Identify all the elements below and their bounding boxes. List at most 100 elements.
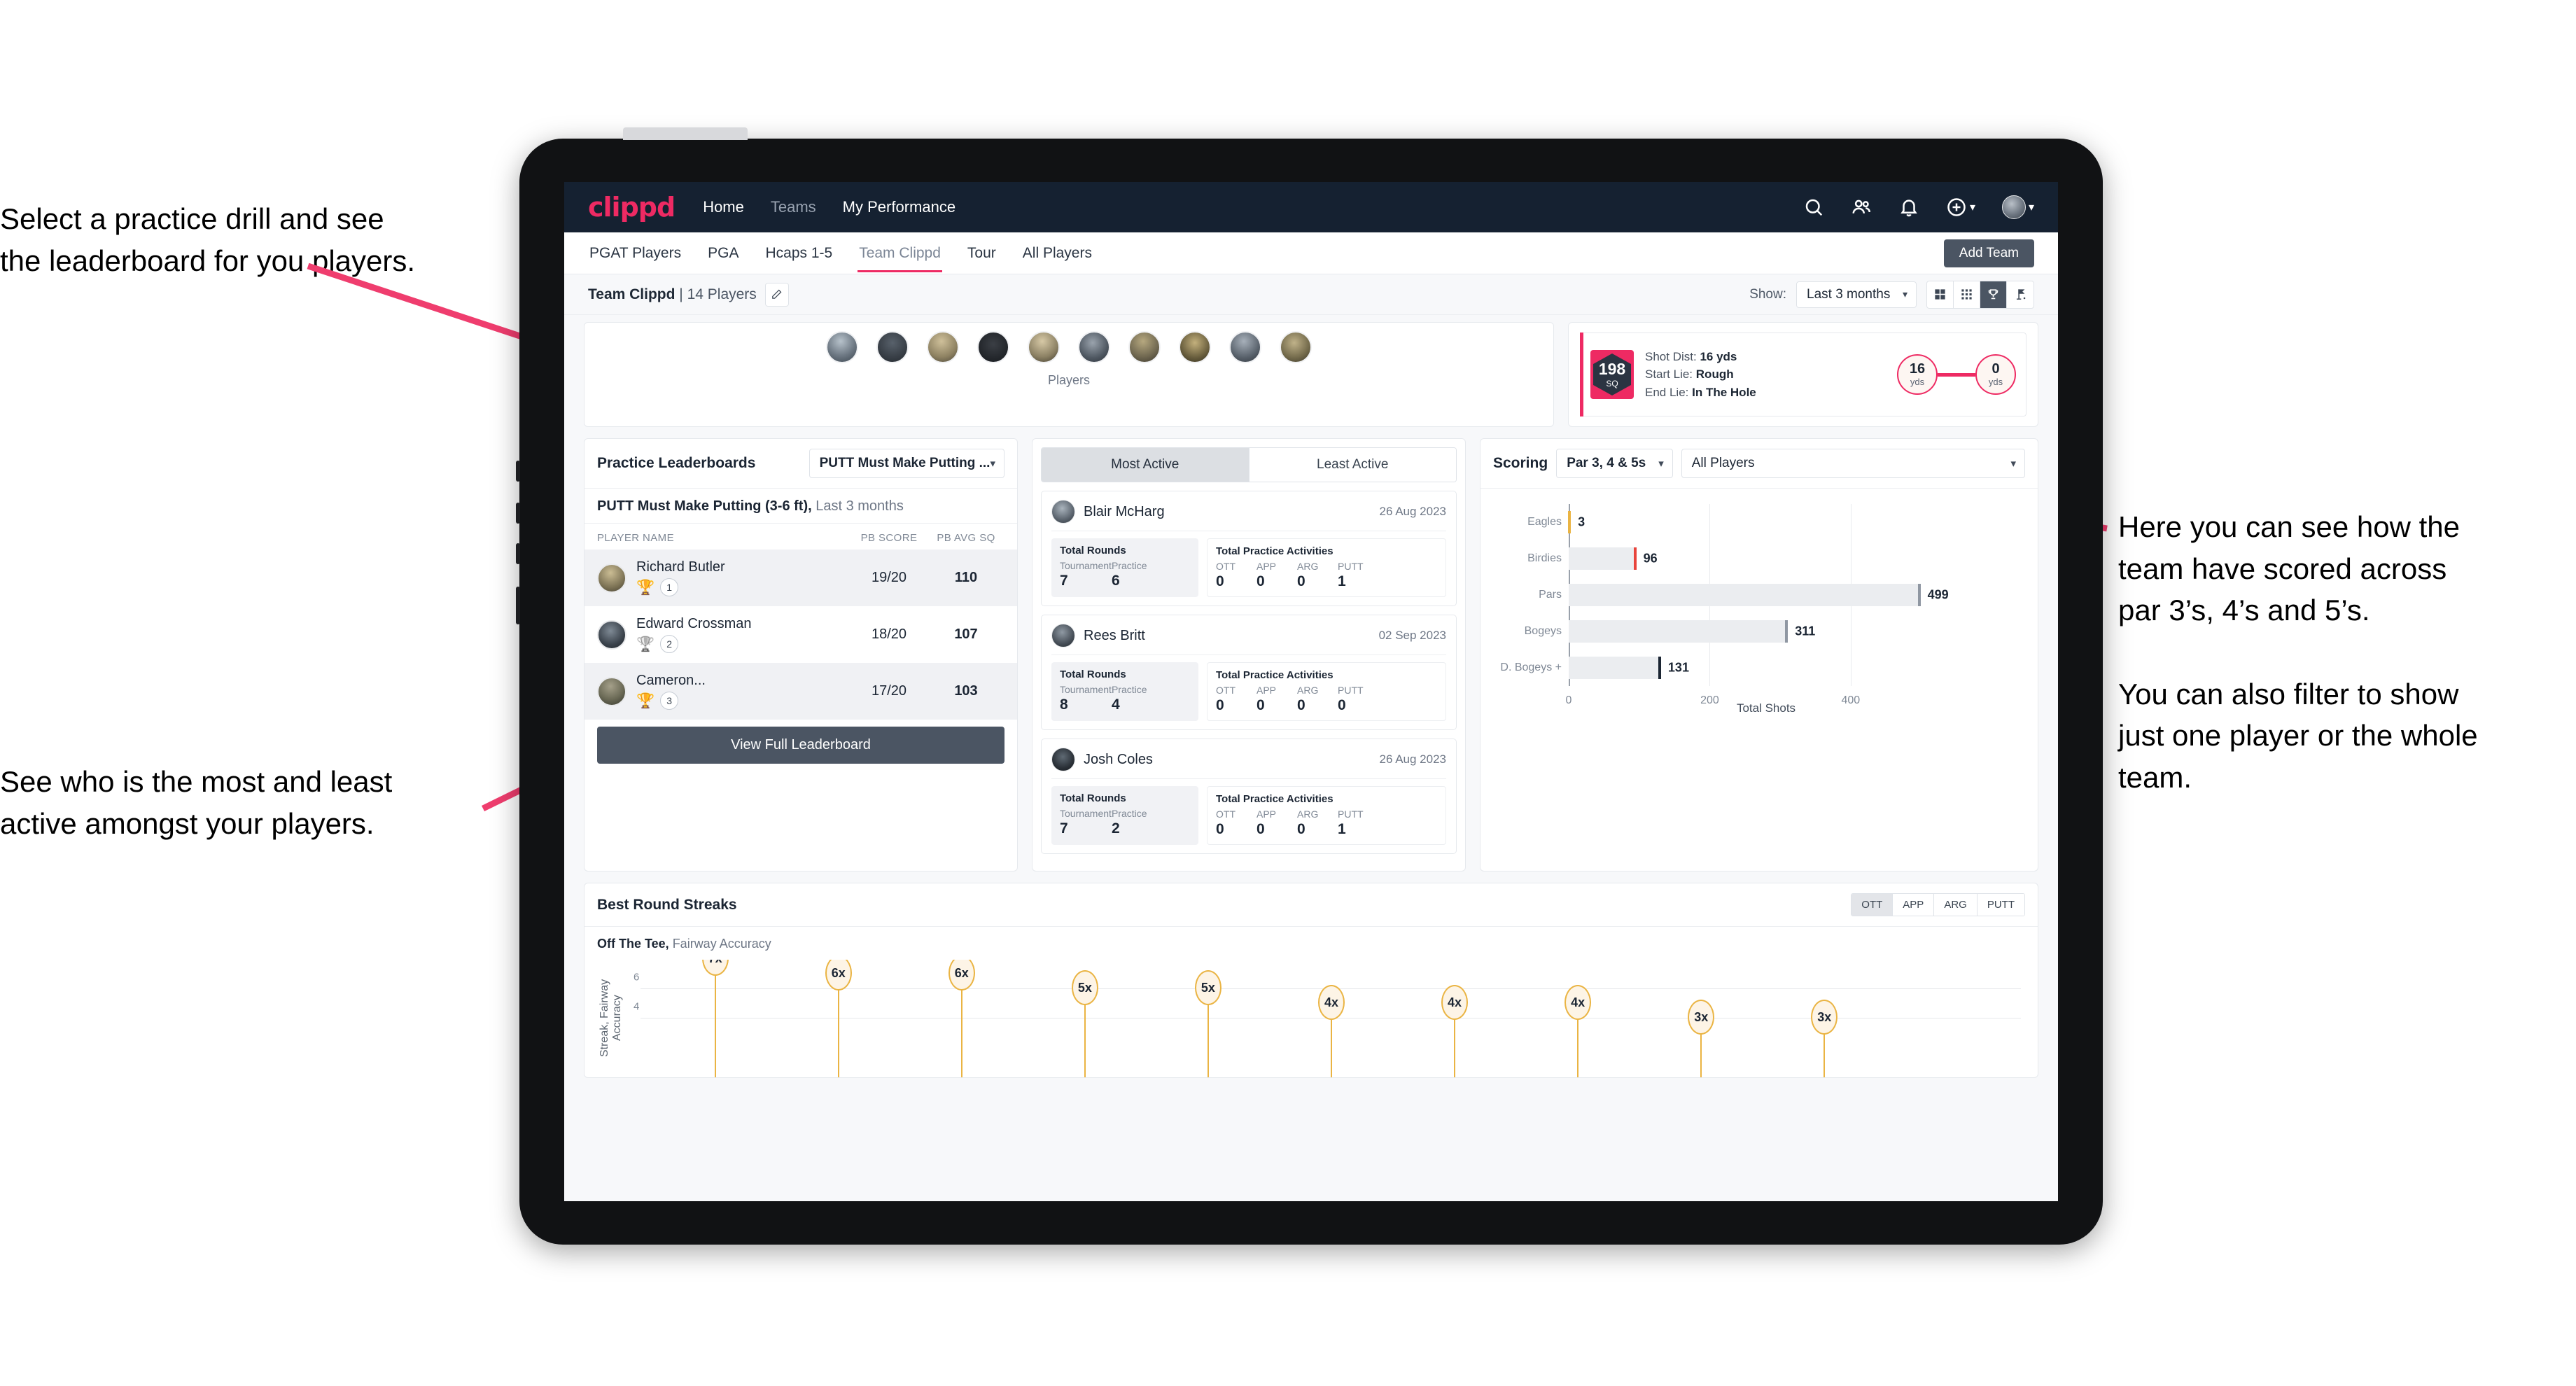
tab-team-clippd[interactable]: Team Clippd [858, 235, 942, 272]
leaderboard-player: Richard Butler 🏆 1 [597, 559, 850, 596]
people-icon[interactable] [1851, 197, 1872, 218]
end-lie-line: End Lie: In The Hole [1645, 384, 1756, 402]
player-rank: 🏆 1 [636, 578, 725, 596]
segment-ott[interactable]: OTT [1851, 894, 1893, 916]
bar-value-label: 3 [1578, 514, 1586, 529]
segment-arg[interactable]: ARG [1934, 894, 1977, 916]
leaderboard-column-headers: PLAYER NAME PB SCORE PB AVG SQ [584, 524, 1017, 550]
avatar[interactable] [826, 331, 858, 363]
hexagon-icon: 198 SQ [1593, 354, 1631, 396]
list-item[interactable]: Rees Britt 02 Sep 2023 Total Rounds Tour… [1041, 615, 1457, 730]
table-row[interactable]: Cameron... 🏆 3 17/20 103 [584, 663, 1017, 720]
player-name: Rees Britt [1084, 627, 1145, 643]
practice-activities-cols: OTT 0 APP 0 ARG 0 PUTT 1 [1216, 808, 1437, 838]
nav-link-teams[interactable]: Teams [771, 198, 816, 216]
avatar[interactable] [1078, 331, 1110, 363]
player-rank: 🏆 2 [636, 635, 752, 653]
scoring-plot-area: 0 200 400 Eagles 3 Birdies 96 Pars 499 Bogeys 311 D… [1500, 504, 1963, 706]
edit-team-button[interactable] [764, 282, 789, 307]
tab-pgat-players[interactable]: PGAT Players [588, 235, 682, 272]
streaks-chart: Streak, Fairway Accuracy 467x6x6x5x5x4x4… [597, 960, 2025, 1077]
leaderboard-subtitle-drill: PUTT Must Make Putting (3-6 ft), [597, 498, 812, 514]
view-full-leaderboard-button[interactable]: View Full Leaderboard [597, 727, 1004, 764]
par-filter-select[interactable]: Par 3, 4 & 5s ▾ [1556, 449, 1673, 478]
chevron-down-icon: ▾ [1902, 288, 1907, 300]
leaderboard-header: Practice Leaderboards PUTT Must Make Put… [584, 439, 1017, 489]
total-practice-activities-box: Total Practice Activities OTT 0 APP 0 ARG 0… [1207, 662, 1446, 721]
avatar[interactable] [1028, 331, 1060, 363]
end-distance-node: 0 yds [1975, 354, 2016, 395]
segment-app[interactable]: APP [1893, 894, 1935, 916]
players-caption: Players [1047, 373, 1091, 387]
avatar[interactable] [977, 331, 1009, 363]
grid-small-icon[interactable] [1954, 281, 1980, 308]
practice-label: Practice [1111, 808, 1147, 819]
shot-detail-lines: Shot Dist: 16 yds Start Lie: Rough End L… [1645, 348, 1756, 402]
tab-hcaps-1-5[interactable]: Hcaps 1-5 [764, 235, 834, 272]
list-item[interactable]: Josh Coles 26 Aug 2023 Total Rounds Tour… [1041, 738, 1457, 854]
avatar[interactable] [927, 331, 959, 363]
leaderboard-player-info: Edward Crossman 🏆 2 [636, 616, 752, 653]
ott-col: OTT 0 [1216, 808, 1256, 838]
avatar[interactable] [2001, 195, 2026, 219]
app-label: APP [1256, 808, 1277, 820]
nav-link-my-performance[interactable]: My Performance [843, 198, 955, 216]
trophy-icon[interactable] [1980, 281, 2007, 308]
avatar[interactable] [876, 331, 909, 363]
search-icon[interactable] [1803, 197, 1824, 218]
pb-score: 19/20 [871, 570, 907, 585]
pb-avg-sq: 110 [954, 570, 978, 585]
lollipop-value-bubble: 4x [1564, 985, 1592, 1020]
bar-category-label: Bogeys [1524, 624, 1562, 637]
drill-select[interactable]: PUTT Must Make Putting ... ▾ [808, 449, 1004, 478]
table-row[interactable]: Edward Crossman 🏆 2 18/20 107 [584, 606, 1017, 663]
total-rounds-cols: Tournament 7 Practice 2 [1060, 808, 1190, 837]
bell-icon[interactable] [1898, 197, 1919, 218]
player-filter-select[interactable]: All Players ▾ [1681, 449, 2025, 478]
period-select[interactable]: Last 3 months ▾ [1796, 281, 1917, 308]
shot-dist-line: Shot Dist: 16 yds [1645, 348, 1756, 366]
activity-date: 26 Aug 2023 [1379, 505, 1446, 518]
add-menu[interactable]: ▾ [1946, 197, 1975, 218]
tab-least-active[interactable]: Least Active [1249, 448, 1456, 482]
bar-category-label: Eagles [1527, 515, 1562, 528]
app-label: APP [1256, 685, 1277, 696]
pb-score: 18/20 [871, 626, 907, 642]
list-item[interactable]: Blair McHarg 26 Aug 2023 Total Rounds To… [1041, 491, 1457, 606]
start-lie-value: Rough [1695, 368, 1734, 382]
bar-cap [1917, 583, 1921, 607]
flag-icon[interactable] [2007, 281, 2033, 308]
avatar[interactable] [1179, 331, 1211, 363]
activity-stats: Total Rounds Tournament 7 Practice 6 Tot… [1051, 538, 1446, 597]
tournament-value: 8 [1060, 696, 1068, 713]
annotation-top-left: Select a practice drill and see the lead… [0, 202, 416, 277]
total-rounds-box: Total Rounds Tournament 8 Practice 4 [1051, 662, 1198, 721]
end-lie-value: In The Hole [1692, 385, 1756, 399]
player-avatar-strip [584, 323, 1553, 363]
table-row[interactable]: Richard Butler 🏆 1 19/20 110 [584, 550, 1017, 606]
user-menu[interactable]: ▾ [2001, 195, 2034, 219]
segment-putt[interactable]: PUTT [1977, 894, 2024, 916]
total-rounds-cols: Tournament 8 Practice 4 [1060, 684, 1190, 713]
practice-label: Practice [1111, 560, 1147, 571]
tab-tour[interactable]: Tour [966, 235, 997, 272]
avatar [597, 620, 626, 650]
team-title: Team Clippd | 14 Players [588, 286, 757, 303]
grid-large-icon[interactable] [1927, 281, 1954, 308]
player-filter-value: All Players [1691, 456, 1755, 470]
tab-pga[interactable]: PGA [706, 235, 740, 272]
avatar[interactable] [1229, 331, 1261, 363]
clippd-logo[interactable]: clippd [588, 192, 676, 223]
plus-circle-icon[interactable] [1946, 197, 1967, 218]
tab-most-active[interactable]: Most Active [1042, 448, 1250, 482]
arg-value: 0 [1297, 821, 1306, 837]
top-navigation-bar: clippd Home Teams My Performance ▾ ▾ [564, 182, 2058, 232]
add-team-button[interactable]: Add Team [1943, 239, 2034, 267]
total-rounds-box: Total Rounds Tournament 7 Practice 2 [1051, 786, 1198, 845]
avatar [1051, 624, 1075, 648]
nav-link-home[interactable]: Home [703, 198, 744, 216]
avatar[interactable] [1280, 331, 1312, 363]
tab-all-players[interactable]: All Players [1021, 235, 1093, 272]
streaks-subtitle: Off The Tee, Fairway Accuracy [584, 927, 2038, 954]
avatar[interactable] [1128, 331, 1161, 363]
